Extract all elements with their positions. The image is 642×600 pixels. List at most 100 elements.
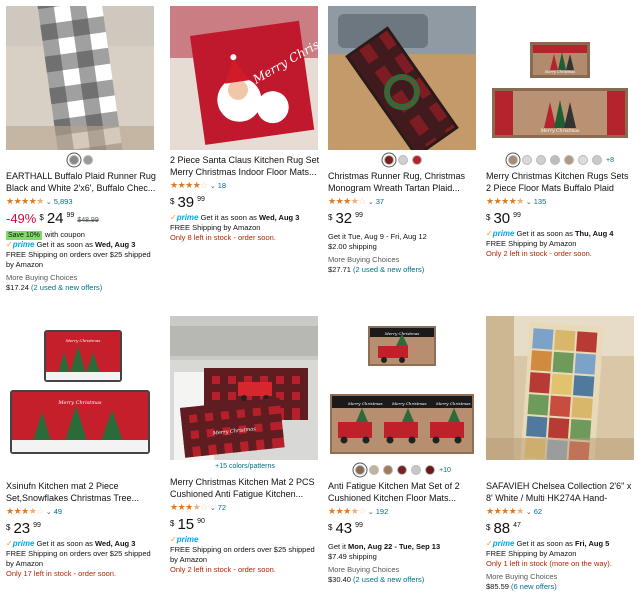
rating[interactable]: ★★★★★ ⌄ 5,893	[6, 196, 156, 207]
product-image[interactable]	[328, 6, 476, 150]
product-card[interactable]: EARTHALL Buffalo Plaid Runner Rug Black …	[6, 6, 156, 293]
swatch[interactable]	[369, 465, 380, 475]
color-swatches: +10	[328, 463, 478, 477]
swatch[interactable]	[355, 465, 366, 475]
color-swatches	[328, 153, 478, 167]
product-title[interactable]: Merry Christmas Kitchen Mat 2 PCS Cushio…	[170, 476, 320, 500]
swatch[interactable]	[69, 155, 79, 165]
swatch[interactable]	[411, 465, 422, 475]
rating[interactable]: ★★★★☆ ⌄ 18	[170, 180, 320, 191]
product-title[interactable]: 2 Piece Santa Claus Kitchen Rug Set Merr…	[170, 154, 320, 178]
product-image[interactable]: Merry Christmas Merry Christmas	[486, 6, 634, 150]
product-image[interactable]: Merry Christmas	[170, 6, 318, 150]
product-image[interactable]: Merry Christmas Merry Christmas	[6, 316, 154, 460]
product-card[interactable]: SAFAVIEH Chelsea Collection 2'6" x 8' Wh…	[486, 316, 636, 592]
star-rating-icon[interactable]: ★★★★☆	[170, 502, 208, 513]
svg-text:Merry Christmas: Merry Christmas	[391, 401, 427, 406]
swatch[interactable]	[550, 155, 560, 165]
svg-text:Merry Christmas: Merry Christmas	[65, 338, 101, 343]
swatch[interactable]	[536, 155, 546, 165]
rating[interactable]: ★★★★☆ ⌄ 192	[328, 506, 478, 517]
product-title[interactable]: Anti Fatigue Kitchen Mat Set of 2 Cushio…	[328, 480, 478, 504]
svg-text:Merry Christmas: Merry Christmas	[347, 401, 383, 406]
swatch[interactable]	[397, 465, 408, 475]
prime-icon: ✓prime	[170, 535, 199, 544]
product-title[interactable]: Christmas Runner Rug, Christmas Monogram…	[328, 170, 478, 194]
review-count[interactable]: 72	[218, 503, 226, 512]
star-rating-icon[interactable]: ★★★★★	[6, 196, 44, 207]
delivery: Get it Mon, Aug 22 - Tue, Sep 13	[328, 542, 441, 551]
swatch[interactable]	[383, 465, 394, 475]
star-rating-icon[interactable]: ★★★★★	[486, 196, 524, 207]
coupon: Save 10% with coupon	[6, 230, 85, 240]
coupon-badge: Save 10%	[6, 230, 42, 240]
review-count[interactable]: 49	[54, 507, 62, 516]
swatch[interactable]	[384, 155, 394, 165]
product-card[interactable]: Merry Christmas Merry Christmas Xsinufn …	[6, 316, 156, 579]
color-swatches: +8	[486, 153, 636, 167]
swatch[interactable]	[564, 155, 574, 165]
more-offers[interactable]: $27.71 (2 used & new offers)	[328, 265, 478, 275]
rating[interactable]: ★★★★☆ ⌄ 49	[6, 506, 156, 517]
review-count[interactable]: 5,893	[54, 197, 73, 206]
swatch[interactable]	[522, 155, 532, 165]
svg-text:Merry Christmas: Merry Christmas	[384, 331, 420, 336]
product-title[interactable]: SAFAVIEH Chelsea Collection 2'6" x 8' Wh…	[486, 480, 636, 504]
price[interactable]: $ 32 99	[328, 211, 478, 229]
review-count[interactable]: 135	[534, 197, 547, 206]
swatch[interactable]	[412, 155, 422, 165]
review-count[interactable]: 18	[218, 181, 226, 190]
swatch[interactable]	[508, 155, 518, 165]
rating[interactable]: ★★★★★ ⌄ 62	[486, 506, 636, 517]
swatch[interactable]	[398, 155, 408, 165]
price[interactable]: -49% $ 24 99 $48.99	[6, 211, 156, 229]
product-card[interactable]: Merry Christmas Merry Christmas +8 Merry…	[486, 6, 636, 259]
delivery: ✓prime	[170, 535, 320, 545]
price[interactable]: $ 88 47	[486, 521, 636, 539]
colors-patterns-link[interactable]: +15 colors/patterns	[170, 463, 320, 474]
more-swatches-link[interactable]: +10	[439, 467, 451, 474]
star-rating-icon[interactable]: ★★★★☆	[328, 506, 366, 517]
rating[interactable]: ★★★★☆ ⌄ 72	[170, 502, 320, 513]
price[interactable]: $ 43 99	[328, 521, 478, 539]
product-card[interactable]: Merry Christmas +15 colors/patterns Merr…	[170, 316, 320, 575]
product-image[interactable]	[6, 6, 154, 150]
star-rating-icon[interactable]: ★★★★★	[486, 506, 524, 517]
more-buying-choices: More Buying Choices	[328, 255, 400, 264]
review-count[interactable]: 192	[376, 507, 389, 516]
rating[interactable]: ★★★★★ ⌄ 135	[486, 196, 636, 207]
price[interactable]: $ 39 99	[170, 195, 320, 213]
more-offers[interactable]: $30.40 (2 used & new offers)	[328, 575, 478, 585]
svg-text:Merry Christmas: Merry Christmas	[57, 400, 102, 406]
swatch[interactable]	[425, 465, 436, 475]
star-rating-icon[interactable]: ★★★★☆	[6, 506, 44, 517]
product-image[interactable]: Merry Christmas Merry Christmas Merry Ch…	[328, 316, 476, 460]
more-offers[interactable]: $17.24 (2 used & new offers)	[6, 283, 156, 293]
price[interactable]: $ 30 99	[486, 211, 636, 229]
delivery: ✓prime Get it as soon as Wed, Aug 3	[170, 213, 300, 222]
product-image[interactable]: Merry Christmas	[170, 316, 318, 460]
star-rating-icon[interactable]: ★★★★☆	[328, 196, 366, 207]
product-card[interactable]: Christmas Runner Rug, Christmas Monogram…	[328, 6, 478, 275]
shipping-info: $2.00 shipping	[328, 242, 377, 251]
product-title[interactable]: Xsinufn Kitchen mat 2 Piece Set,Snowflak…	[6, 480, 156, 504]
swatch[interactable]	[578, 155, 588, 165]
review-count[interactable]: 62	[534, 507, 542, 516]
swatch[interactable]	[83, 155, 93, 165]
star-rating-icon[interactable]: ★★★★☆	[170, 180, 208, 191]
price[interactable]: $ 15 90	[170, 517, 320, 535]
rating[interactable]: ★★★★☆ ⌄ 37	[328, 196, 478, 207]
product-card[interactable]: Merry Christmas Merry Christmas Merry Ch…	[328, 316, 478, 585]
prime-icon: ✓prime	[170, 213, 199, 222]
swatch[interactable]	[592, 155, 602, 165]
stock-status: Only 8 left in stock - order soon.	[170, 233, 276, 242]
more-swatches-link[interactable]: +8	[606, 157, 614, 164]
product-image[interactable]	[486, 316, 634, 460]
more-offers[interactable]: $85.59 (6 new offers)	[486, 582, 636, 592]
price[interactable]: $ 23 99	[6, 521, 156, 539]
product-title[interactable]: EARTHALL Buffalo Plaid Runner Rug Black …	[6, 170, 156, 194]
product-title[interactable]: Merry Christmas Kitchen Rugs Sets 2 Piec…	[486, 170, 636, 194]
prime-icon: ✓prime	[486, 229, 515, 238]
review-count[interactable]: 37	[376, 197, 384, 206]
product-card[interactable]: Merry Christmas 2 Piece Santa Claus Kitc…	[170, 6, 320, 243]
